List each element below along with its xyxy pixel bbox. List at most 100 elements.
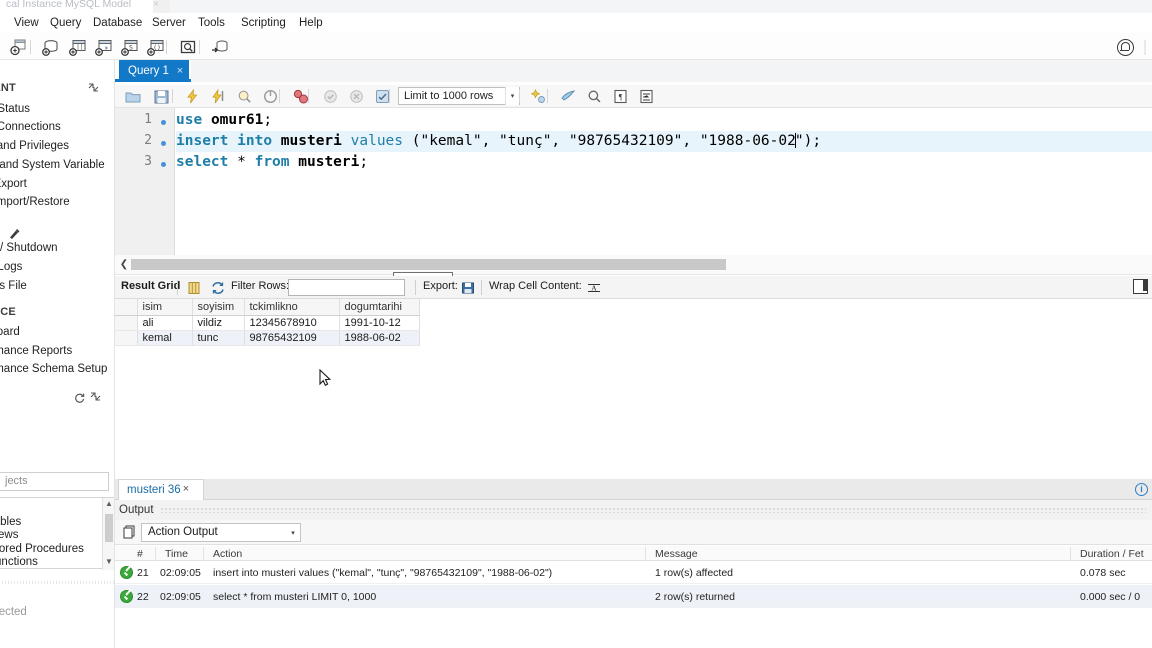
limit-rows-select[interactable]: Limit to 1000 rows (398, 87, 520, 105)
sidebar-item-users-and-privileges[interactable]: rs and Privileges (0, 140, 69, 152)
table-cell[interactable]: 1988-06-02 (339, 330, 420, 346)
table-row[interactable]: kemal tunc 98765432109 1988-06-02 (115, 330, 420, 346)
result-table[interactable]: isim soyisim tckimlikno dogumtarihi ali vildi… (115, 299, 420, 346)
tree-item-tables[interactable]: Tables (0, 516, 21, 528)
output-row[interactable]: 22 02:09:05 select * from musteri LIMIT 0,… (115, 585, 1152, 608)
table-cell[interactable]: vildiz (192, 315, 245, 331)
column-header-isim[interactable]: isim (137, 299, 193, 316)
panel-toggle-icon[interactable] (1133, 279, 1148, 294)
filter-rows-input[interactable] (288, 279, 405, 296)
sidebar-item-data-import-restore[interactable]: a Import/Restore (0, 196, 70, 208)
output-row[interactable]: 21 02:09:05 insert into musteri values ("k… (115, 561, 1152, 584)
table-cell[interactable]: kemal (137, 330, 193, 346)
menu-server[interactable]: Server (145, 13, 193, 34)
chevron-down-icon[interactable]: ▾ (286, 524, 300, 541)
execute-statement-icon[interactable] (182, 87, 202, 106)
search-objects-input[interactable]: jects (0, 472, 109, 491)
column-header-soyisim[interactable]: soyisim (192, 299, 245, 316)
toggle-invisible-chars-icon[interactable]: ¶ (610, 87, 630, 106)
code-line[interactable]: use omur61; (176, 110, 1152, 131)
scroll-up-icon[interactable]: ▲ (105, 500, 113, 508)
sidebar-item-data-export[interactable]: a Export (0, 178, 27, 190)
sidebar-item-performance-reports[interactable]: ormance Reports (0, 345, 72, 357)
sidebar-item-performance-schema-setup[interactable]: ormance Schema Setup (0, 363, 107, 375)
chevron-down-icon[interactable]: ▾ (505, 87, 519, 105)
search-icon[interactable] (584, 87, 604, 106)
new-function-icon[interactable]: () (145, 37, 167, 57)
sql-editor[interactable]: 1 2 3 use omur61; insert into musteri val… (115, 108, 1152, 255)
sidebar-item-server-logs[interactable]: er Logs (0, 261, 22, 273)
export-icon[interactable] (459, 279, 477, 296)
action-output-table[interactable]: # Time Action Message Duration / Fet 21 02:09… (115, 546, 1152, 624)
sidebar-item-options-file[interactable]: ions File (0, 280, 27, 292)
reconnect-server-icon[interactable] (209, 37, 231, 57)
new-connection-icon[interactable] (8, 37, 30, 57)
tab-close-icon[interactable]: × (179, 479, 193, 500)
output-column-header[interactable]: Message (655, 548, 698, 560)
table-cell[interactable]: 12345678910 (244, 315, 340, 331)
table-cell[interactable]: 98765432109 (244, 330, 340, 346)
refresh-icon[interactable] (74, 392, 85, 403)
column-header-tckimlikno[interactable]: tckimlikno (244, 299, 340, 316)
new-procedure-icon[interactable]: S (119, 37, 141, 57)
table-row[interactable]: ali vildiz 12345678910 1991-10-12 (115, 315, 420, 331)
stop-execution-icon[interactable] (260, 87, 280, 106)
tree-scrollbar[interactable]: ▲ ▼ (102, 498, 114, 570)
panel-grip[interactable] (161, 508, 1146, 513)
row-header-cell[interactable] (115, 315, 138, 331)
menu-query[interactable]: Query (43, 13, 88, 34)
menu-scripting[interactable]: Scripting (234, 13, 293, 34)
sidebar-item-server-status[interactable]: er Status (0, 103, 30, 115)
new-schema-icon[interactable] (40, 37, 62, 57)
new-table-icon[interactable] (67, 37, 89, 57)
new-view-icon[interactable] (93, 37, 115, 57)
result-grid[interactable]: isim soyisim tckimlikno dogumtarihi ali vildi… (115, 299, 1152, 479)
output-type-select[interactable]: Action Output (141, 523, 301, 542)
search-table-icon[interactable] (177, 37, 199, 57)
table-cell[interactable]: 1991-10-12 (339, 315, 420, 331)
menu-help[interactable]: Help (292, 13, 330, 34)
output-column-header[interactable]: Time (165, 548, 188, 560)
editor-horizontal-scrollbar[interactable]: ❮ (115, 255, 1152, 276)
tree-item-stored-procedures[interactable]: Stored Procedures (0, 543, 84, 555)
tree-item-views[interactable]: Views (0, 529, 18, 541)
tree-item-functions[interactable]: Functions (0, 556, 38, 568)
wrap-cell-icon[interactable]: A (585, 279, 603, 296)
expand-icon[interactable] (90, 391, 101, 402)
menu-database[interactable]: Database (86, 13, 149, 34)
refresh-icon[interactable] (209, 279, 227, 296)
chevron-left-icon[interactable]: ❮ (118, 259, 130, 271)
open-sql-script-icon[interactable] (123, 87, 143, 106)
scrollbar-track[interactable] (131, 259, 726, 270)
sidebar-item-startup-shutdown[interactable]: up / Shutdown (0, 242, 58, 254)
execute-current-statement-icon[interactable] (208, 87, 228, 106)
sidebar-item-client-connections[interactable]: nt Connections (0, 121, 61, 133)
output-column-header[interactable]: # (137, 548, 143, 560)
sidebar-item-dashboard[interactable]: hboard (0, 326, 20, 338)
save-sql-script-icon[interactable] (151, 87, 171, 106)
sidebar-item-status-and-variables[interactable]: us and System Variable (0, 159, 105, 171)
table-cell[interactable]: tunc (192, 330, 245, 346)
output-column-header[interactable]: Action (213, 548, 242, 560)
output-column-header[interactable]: Duration / Fet (1080, 548, 1144, 560)
grid-view-icon[interactable] (185, 279, 203, 296)
scroll-down-icon[interactable]: ▼ (105, 558, 113, 566)
account-icon[interactable] (1117, 39, 1134, 56)
scroll-thumb[interactable] (105, 514, 113, 542)
explain-query-icon[interactable] (234, 87, 254, 106)
row-header-cell[interactable] (115, 330, 138, 346)
wrap-lines-icon[interactable] (636, 87, 656, 106)
beautify-query-icon[interactable] (528, 87, 548, 106)
tab-close-icon[interactable]: × (173, 60, 187, 82)
code-line[interactable]: select * from musteri; (176, 152, 1152, 173)
code-line[interactable]: insert into musteri values ("kemal", "tu… (176, 131, 1152, 152)
rollback-icon[interactable] (346, 87, 366, 106)
table-cell[interactable]: ali (137, 315, 193, 331)
commit-icon[interactable] (320, 87, 340, 106)
menu-tools[interactable]: Tools (191, 13, 232, 34)
column-header-dogumtarihi[interactable]: dogumtarihi (339, 299, 420, 316)
menu-view[interactable]: View (7, 13, 46, 34)
info-icon[interactable]: i (1135, 483, 1148, 496)
window-close-icon[interactable]: × (150, 0, 162, 13)
find-icon[interactable] (558, 87, 578, 106)
